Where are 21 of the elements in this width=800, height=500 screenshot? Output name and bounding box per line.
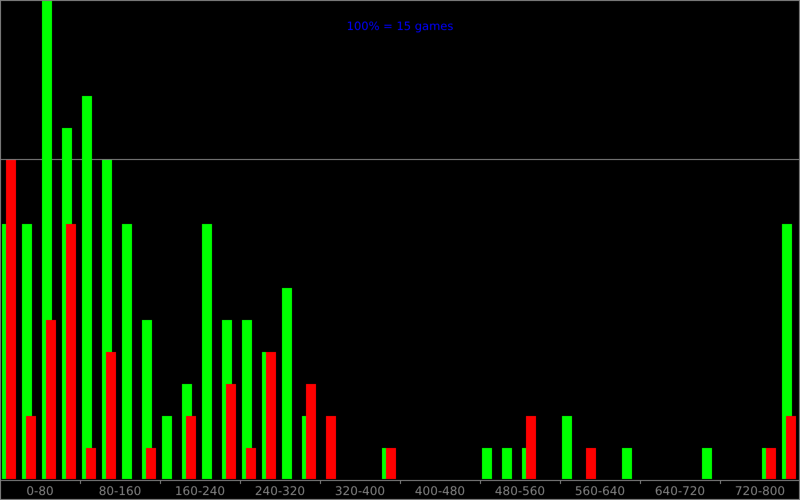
bar [482,448,492,479]
bar [702,448,712,479]
bar [502,448,512,479]
bar [562,416,572,479]
axis-label: 640-720 [654,484,706,498]
bar [622,448,632,479]
chart-caption: 100% = 15 games [346,19,454,33]
axis-label: 400-480 [414,484,466,498]
axis-label: 480-560 [494,484,546,498]
axis-label: 160-240 [174,484,226,498]
axis-label: 560-640 [574,484,626,498]
bar [766,448,776,479]
bar [326,416,336,479]
axis-label: 80-160 [98,484,142,498]
axis-label: 0-80 [26,484,54,498]
bar [386,448,396,479]
axis-label: 720-800 [734,484,786,498]
bar [162,416,172,479]
bar [586,448,596,479]
axis-label: 320-400 [334,484,386,498]
axis-label: 240-320 [254,484,306,498]
